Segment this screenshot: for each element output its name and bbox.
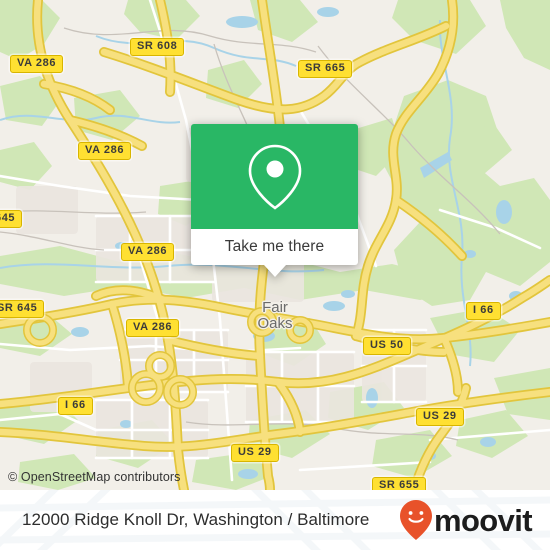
osm-attribution[interactable]: © OpenStreetMap contributors <box>8 470 181 484</box>
route-shield[interactable]: SR 608 <box>130 38 185 56</box>
route-shield[interactable]: VA 286 <box>78 142 132 160</box>
bottom-info-bar: 12000 Ridge Knoll Dr, Washington / Balti… <box>0 490 550 550</box>
route-shield[interactable]: 645 <box>0 210 23 228</box>
route-shield[interactable]: VA 286 <box>10 55 64 73</box>
route-shield[interactable]: I 66 <box>466 302 501 320</box>
take-me-there-label: Take me there <box>224 238 325 255</box>
moovit-brand[interactable]: moovit <box>399 499 533 541</box>
popup-icon-panel <box>191 124 358 229</box>
route-shield[interactable]: SR 665 <box>298 60 353 78</box>
route-shield[interactable]: VA 286 <box>121 243 175 261</box>
route-shield[interactable]: I 66 <box>58 397 93 415</box>
moovit-smiley-pin-icon <box>399 500 432 540</box>
popup-pointer-tail <box>263 265 286 277</box>
route-shield[interactable]: US 29 <box>416 408 464 426</box>
route-shield[interactable]: SR 655 <box>372 477 427 490</box>
map-pin-icon <box>248 144 301 210</box>
popup-action-bar[interactable]: Take me there <box>191 229 358 277</box>
route-shield[interactable]: VA 286 <box>126 319 180 337</box>
moovit-wordmark: moovit <box>433 502 533 538</box>
route-shield[interactable]: SR 645 <box>0 300 45 318</box>
route-shield[interactable]: US 50 <box>363 337 411 355</box>
moovit-map-screenshot: Fair Oaks VA 286 SR 608 SR 665 VA 286 64… <box>0 0 550 550</box>
map-canvas[interactable]: Fair Oaks VA 286 SR 608 SR 665 VA 286 64… <box>0 0 550 490</box>
take-me-there-popup[interactable]: Take me there <box>191 124 358 277</box>
address-label: 12000 Ridge Knoll Dr, Washington / Balti… <box>22 510 370 529</box>
route-shield[interactable]: US 29 <box>231 444 279 462</box>
